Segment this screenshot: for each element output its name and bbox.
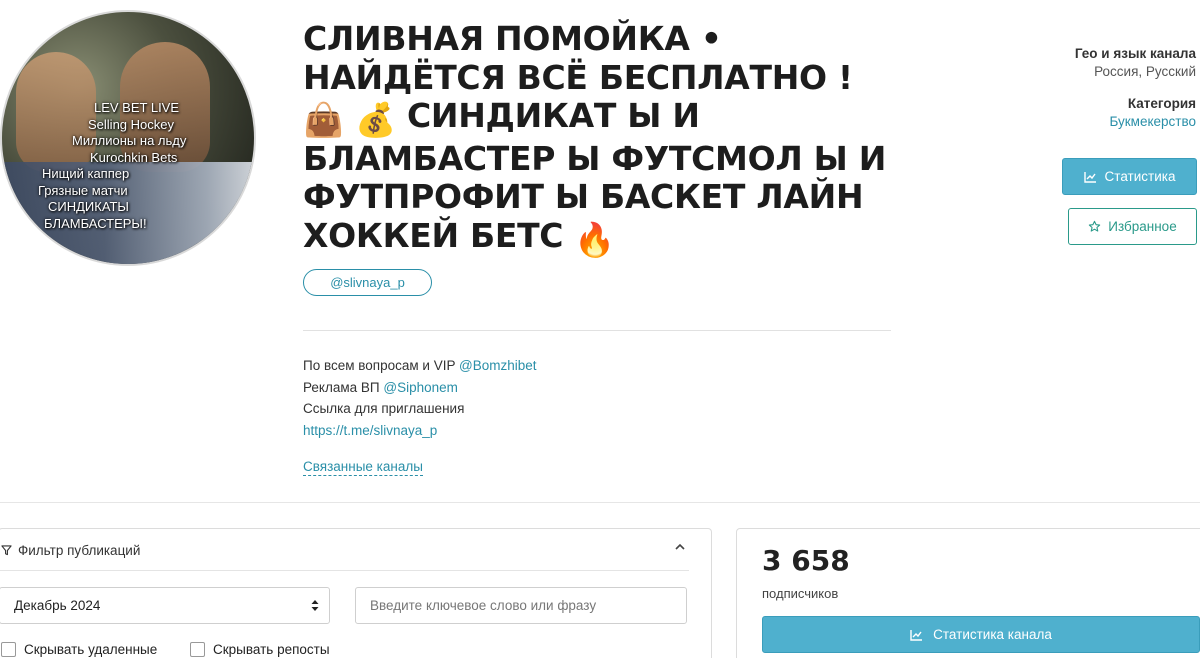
channel-title-line: ФУТПРОФИТ Ы БАСКЕТ ЛАЙН [303, 177, 864, 216]
channel-avatar: LEV BET LIVE Selling Hockey Миллионы на … [0, 10, 256, 266]
description-text: Реклама ВП [303, 379, 384, 395]
hide-deleted-option[interactable]: Скрывать удаленные [1, 642, 157, 657]
avatar-caption-line: Kurochkin Bets [90, 149, 178, 165]
favorites-button-label: Избранное [1108, 219, 1177, 234]
statistics-button[interactable]: Статистика [1062, 158, 1197, 195]
channel-title-line: СЛИВНАЯ ПОМОЙКА • [303, 19, 722, 58]
avatar-caption: LEV BET LIVE Selling Hockey Миллионы на … [2, 100, 254, 232]
avatar-caption-line: СИНДИКАТЫ [48, 199, 129, 214]
star-icon [1089, 220, 1101, 232]
channel-handle-link[interactable]: @slivnaya_p [303, 269, 432, 296]
filter-icon [1, 545, 12, 556]
publication-filter-panel: Фильтр публикаций Декабрь 2024 Скрывать … [0, 528, 712, 658]
channel-title: СЛИВНАЯ ПОМОЙКА • НАЙДЁТСЯ ВСЁ БЕСПЛАТНО… [303, 19, 903, 260]
invite-link[interactable]: https://t.me/slivnaya_p [303, 420, 536, 442]
vip-contact-link[interactable]: @Bomzhibet [459, 358, 537, 373]
fire-emoji-icon: 🔥 [574, 219, 616, 259]
avatar-caption-line: Selling Hockey [88, 116, 174, 132]
channel-title-line: 👜 💰 СИНДИКАТ Ы И [303, 96, 903, 140]
channel-title-line: БЛАМБАСТЕР Ы ФУТСМОЛ Ы И [303, 138, 887, 178]
chevron-up-icon[interactable] [675, 543, 685, 551]
channel-statistics-button-label: Статистика канала [933, 627, 1052, 642]
divider [303, 330, 891, 331]
channel-title-line: ХОККЕЙ БЕТС 🔥 [303, 215, 903, 260]
hide-reposts-option[interactable]: Скрывать репосты [190, 642, 330, 657]
category-link[interactable]: Букмекерство [1109, 114, 1196, 129]
hide-reposts-label: Скрывать репосты [213, 642, 330, 657]
geo-language-block: Гео и язык канала Россия, Русский [1075, 46, 1196, 79]
avatar-caption-line: Миллионы на льду [72, 133, 187, 148]
category-header: Категория [1127, 96, 1196, 111]
hide-reposts-checkbox[interactable] [190, 642, 205, 657]
month-select-value: Декабрь 2024 [14, 598, 101, 613]
subscribers-count: 3 658 [762, 544, 850, 577]
subscribers-panel: 3 658 подписчиков Статистика канала [736, 528, 1200, 658]
hide-deleted-label: Скрывать удаленные [24, 642, 158, 657]
channel-title-text: СИНДИКАТ Ы И [407, 96, 700, 135]
avatar-caption-line: LEV BET LIVE [94, 100, 180, 115]
channel-title-text: ХОККЕЙ БЕТС [303, 215, 564, 255]
avatar-caption-line: Нищий каппер [42, 166, 130, 181]
month-select[interactable]: Декабрь 2024 [0, 587, 330, 624]
avatar-caption-line: Грязные матчи [38, 182, 128, 198]
keyword-search-input[interactable] [355, 587, 687, 624]
subscribers-label: подписчиков [762, 586, 839, 601]
channel-description: По всем вопросам и VIP @Bomzhibet Реклам… [303, 355, 536, 441]
handbag-emoji-icon: 👜 [303, 100, 344, 139]
avatar-caption-line: БЛАМБАСТЕРЫ! [44, 215, 147, 231]
description-line: По всем вопросам и VIP @Bomzhibet [303, 355, 536, 377]
description-line: Ссылка для приглашения [303, 401, 465, 416]
filter-header[interactable]: Фильтр публикаций [1, 543, 140, 558]
chart-icon [910, 629, 923, 641]
description-line: Реклама ВП @Siphonem [303, 377, 536, 399]
filter-header-label: Фильтр публикаций [18, 543, 141, 558]
geo-value: Россия, Русский [1094, 64, 1196, 79]
category-block: Категория Букмекерство [1109, 96, 1196, 129]
geo-header: Гео и язык канала [1074, 46, 1196, 61]
description-text: По всем вопросам и VIP [303, 358, 459, 373]
money-bag-emoji-icon: 💰 [355, 100, 396, 139]
filter-divider [0, 570, 689, 571]
chart-icon [1083, 171, 1096, 183]
statistics-button-label: Статистика [1104, 169, 1176, 184]
favorites-button[interactable]: Избранное [1068, 208, 1197, 245]
hide-deleted-checkbox[interactable] [1, 642, 16, 657]
section-divider [0, 502, 1200, 503]
related-channels-link[interactable]: Связанные каналы [303, 459, 423, 476]
sort-arrows-icon [311, 600, 319, 611]
ads-contact-link[interactable]: @Siphonem [383, 380, 458, 395]
channel-title-line: НАЙДЁТСЯ ВСЁ БЕСПЛАТНО ! [303, 57, 853, 97]
channel-statistics-button[interactable]: Статистика канала [762, 616, 1200, 653]
